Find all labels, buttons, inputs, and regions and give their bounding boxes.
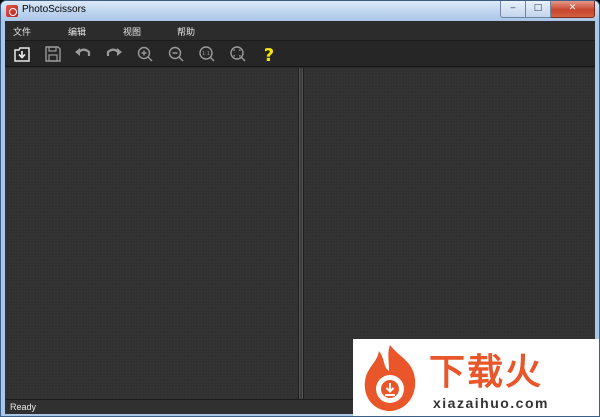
actual-size-button[interactable]: 1:1 — [198, 45, 216, 63]
save-button[interactable] — [44, 45, 62, 63]
redo-button[interactable] — [105, 45, 123, 63]
help-glyph: ? — [264, 45, 274, 63]
app-logo-icon — [6, 5, 18, 17]
import-button[interactable] — [13, 45, 31, 63]
minimize-button[interactable]: ‒ — [500, 1, 526, 18]
redo-icon — [106, 48, 122, 56]
watermark-url-text: xiazaihuo.com — [433, 395, 549, 411]
toolbar: 1:1 ? — [5, 41, 595, 67]
app-window: PhotoScissors ‒ □ ✕ 文件 编辑 视图 帮助 1:1 ? Re… — [0, 0, 600, 417]
actual-size-label: 1:1 — [202, 51, 210, 57]
menu-bar: 文件 编辑 视图 帮助 — [5, 21, 595, 41]
window-title: PhotoScissors — [22, 4, 86, 15]
help-button[interactable]: ? — [260, 45, 278, 63]
watermark-overlay: 下载火 xiazaihuo.com — [353, 339, 599, 416]
menu-edit[interactable]: 编辑 — [68, 25, 86, 38]
status-text: Ready — [10, 402, 37, 412]
zoom-in-icon — [137, 46, 153, 62]
zoom-out-button[interactable] — [167, 45, 185, 63]
menu-help[interactable]: 帮助 — [177, 25, 195, 38]
menu-file[interactable]: 文件 — [13, 25, 31, 38]
undo-icon — [75, 48, 91, 56]
zoom-out-icon — [168, 46, 184, 62]
undo-button[interactable] — [74, 45, 92, 63]
source-image-pane[interactable] — [5, 68, 299, 399]
help-icon: ? — [264, 45, 274, 63]
zoom-in-button[interactable] — [136, 45, 154, 63]
fit-to-window-icon — [230, 46, 246, 62]
fit-to-window-button[interactable] — [229, 45, 247, 63]
caption-buttons: ‒ □ ✕ — [500, 1, 595, 18]
watermark-chinese-text: 下载火 — [429, 352, 544, 393]
import-icon — [14, 47, 30, 62]
watermark-flame-logo — [364, 345, 416, 411]
maximize-button[interactable]: □ — [526, 1, 551, 18]
title-bar[interactable]: PhotoScissors ‒ □ ✕ — [1, 1, 599, 21]
actual-size-icon: 1:1 — [199, 46, 215, 62]
save-icon — [45, 46, 61, 62]
close-button[interactable]: ✕ — [551, 1, 595, 18]
menu-view[interactable]: 视图 — [123, 25, 141, 38]
